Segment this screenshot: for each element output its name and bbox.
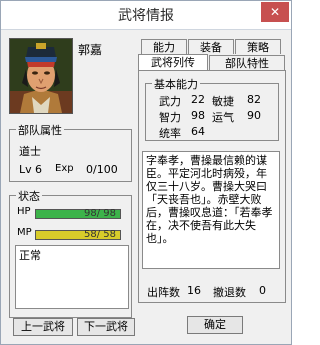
battles-value: 16 (187, 284, 201, 297)
ok-button[interactable]: 确定 (187, 316, 243, 334)
battles-label: 出阵数 (147, 286, 180, 299)
intellect-label: 智力 (159, 111, 181, 124)
abilities-title: 基本能力 (152, 76, 200, 92)
condition-box: 正常 (15, 245, 129, 309)
tab-strategy[interactable]: 策略 (235, 39, 281, 54)
intellect-value: 98 (191, 109, 205, 122)
hp-value: 98/ 98 (84, 208, 116, 219)
title-bar: 武将情报 ✕ (1, 1, 291, 30)
exp-value: 0/100 (86, 163, 118, 176)
portrait-image (10, 39, 72, 113)
agility-label: 敏捷 (212, 95, 234, 108)
tab-unit-traits[interactable]: 部队特性 (209, 55, 285, 70)
force-label: 武力 (159, 95, 181, 108)
mp-label: MP (17, 227, 32, 238)
tab-biography[interactable]: 武将列传 (138, 54, 208, 71)
hp-bar: 98/ 98 (35, 208, 121, 219)
level-label: Lv (19, 163, 32, 176)
command-label: 统率 (159, 127, 181, 140)
general-info-window: 武将情报 ✕ 郭嘉 能力 装备 策略 武将列传 部队特性 部队属性 道士 Lv … (0, 0, 292, 345)
force-value: 22 (191, 93, 205, 106)
level-value: 6 (35, 163, 42, 176)
tab-equipment[interactable]: 装备 (188, 39, 234, 54)
unit-type: 道士 (19, 145, 41, 158)
biography-text: 字奉孝，曹操最信赖的谋臣。平定河北时病殁，年仅三十八岁。曹操大哭曰「天丧吾也」。… (142, 151, 280, 269)
exp-label: Exp (55, 163, 74, 174)
command-value: 64 (191, 125, 205, 138)
unit-attributes-title: 部队属性 (16, 122, 64, 138)
status-title: 状态 (16, 188, 42, 204)
mp-value: 58/ 58 (84, 229, 116, 240)
mp-bar: 58/ 58 (35, 229, 121, 240)
prev-general-button[interactable]: 上一武将 (13, 318, 73, 336)
agility-value: 82 (247, 93, 261, 106)
tab-ability[interactable]: 能力 (141, 39, 187, 54)
luck-value: 90 (247, 109, 261, 122)
luck-label: 运气 (212, 111, 234, 124)
close-button[interactable]: ✕ (261, 2, 289, 22)
retreats-value: 0 (259, 284, 266, 297)
window-title: 武将情报 (118, 8, 174, 24)
next-general-button[interactable]: 下一武将 (77, 318, 135, 336)
general-portrait (9, 38, 73, 114)
general-name: 郭嘉 (78, 43, 103, 57)
retreats-label: 撤退数 (213, 286, 246, 299)
hp-label: HP (17, 206, 31, 217)
condition-text: 正常 (19, 249, 41, 262)
